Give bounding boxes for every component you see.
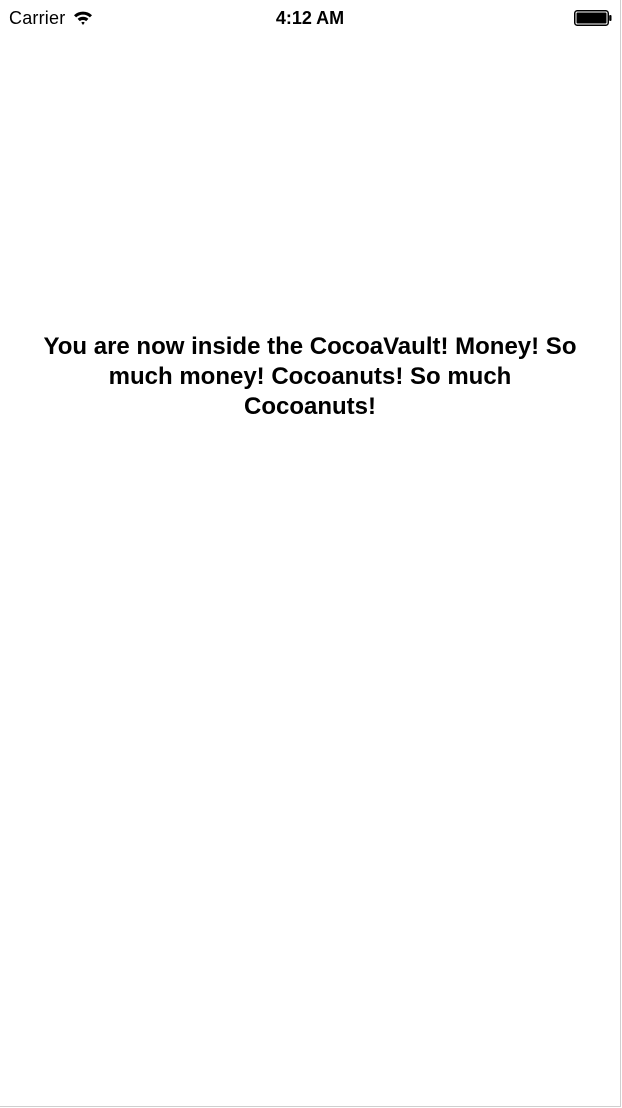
status-bar: Carrier 4:12 AM (0, 0, 620, 36)
battery-icon (574, 10, 612, 26)
status-time: 4:12 AM (275, 8, 345, 28)
app-screen: Carrier 4:12 AM You are now inside the C… (0, 0, 621, 1107)
vault-message: You are now inside the CocoaVault! Money… (43, 333, 577, 420)
